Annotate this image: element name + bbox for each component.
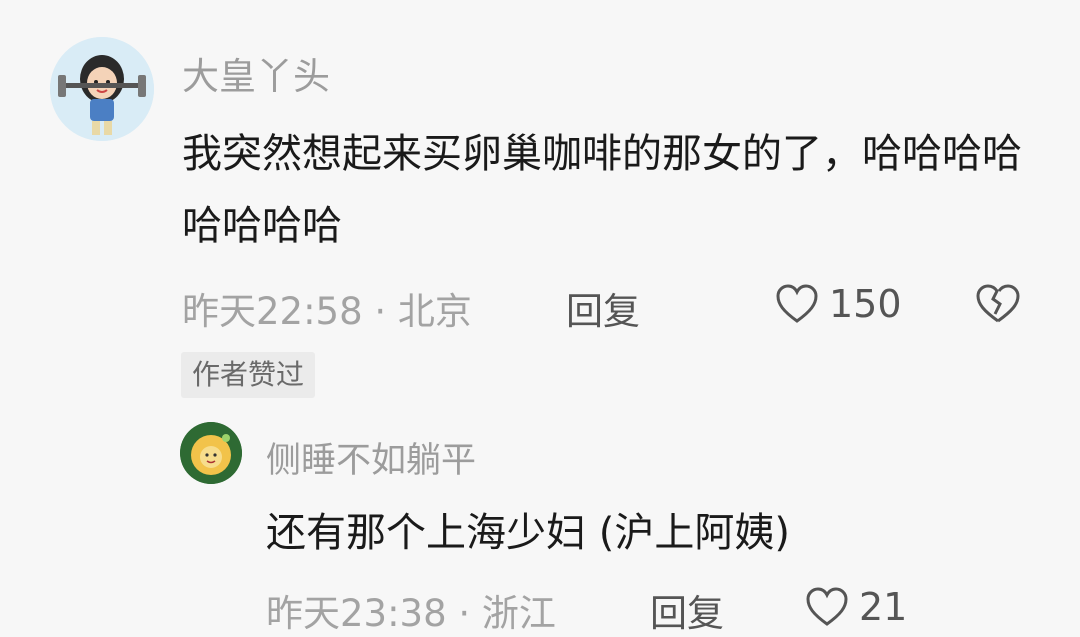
reply-like-count: 21 xyxy=(859,585,908,629)
dislike-button[interactable] xyxy=(975,284,1021,328)
broken-heart-icon xyxy=(976,284,1020,323)
avatar[interactable] xyxy=(50,37,154,141)
reply-username[interactable]: 侧睡不如躺平 xyxy=(266,432,476,483)
like-button[interactable]: 150 xyxy=(775,282,902,326)
reply-avatar-illustration xyxy=(180,422,242,484)
heart-icon xyxy=(806,587,848,626)
reply-time-location: 昨天23:38 · 浙江 xyxy=(266,592,556,635)
reply-avatar[interactable] xyxy=(180,422,242,484)
reply-like-button[interactable]: 21 xyxy=(805,585,907,629)
reply-reply-button[interactable]: 回复 xyxy=(650,583,724,637)
reply-button[interactable]: 回复 xyxy=(566,281,640,335)
author-liked-badge: 作者赞过 xyxy=(181,352,316,398)
reply-text: 还有那个上海少妇 (沪上阿姨) xyxy=(266,510,790,556)
comment-time-location: 昨天22:58 · 北京 xyxy=(182,290,472,333)
avatar-illustration xyxy=(50,37,154,141)
comment-text: 我突然想起来买卵巢咖啡的那女的了，哈哈哈哈哈哈哈哈 xyxy=(182,131,1022,249)
like-count: 150 xyxy=(829,282,902,326)
heart-icon xyxy=(776,284,818,323)
comment-username[interactable]: 大皇丫头 xyxy=(182,46,330,100)
